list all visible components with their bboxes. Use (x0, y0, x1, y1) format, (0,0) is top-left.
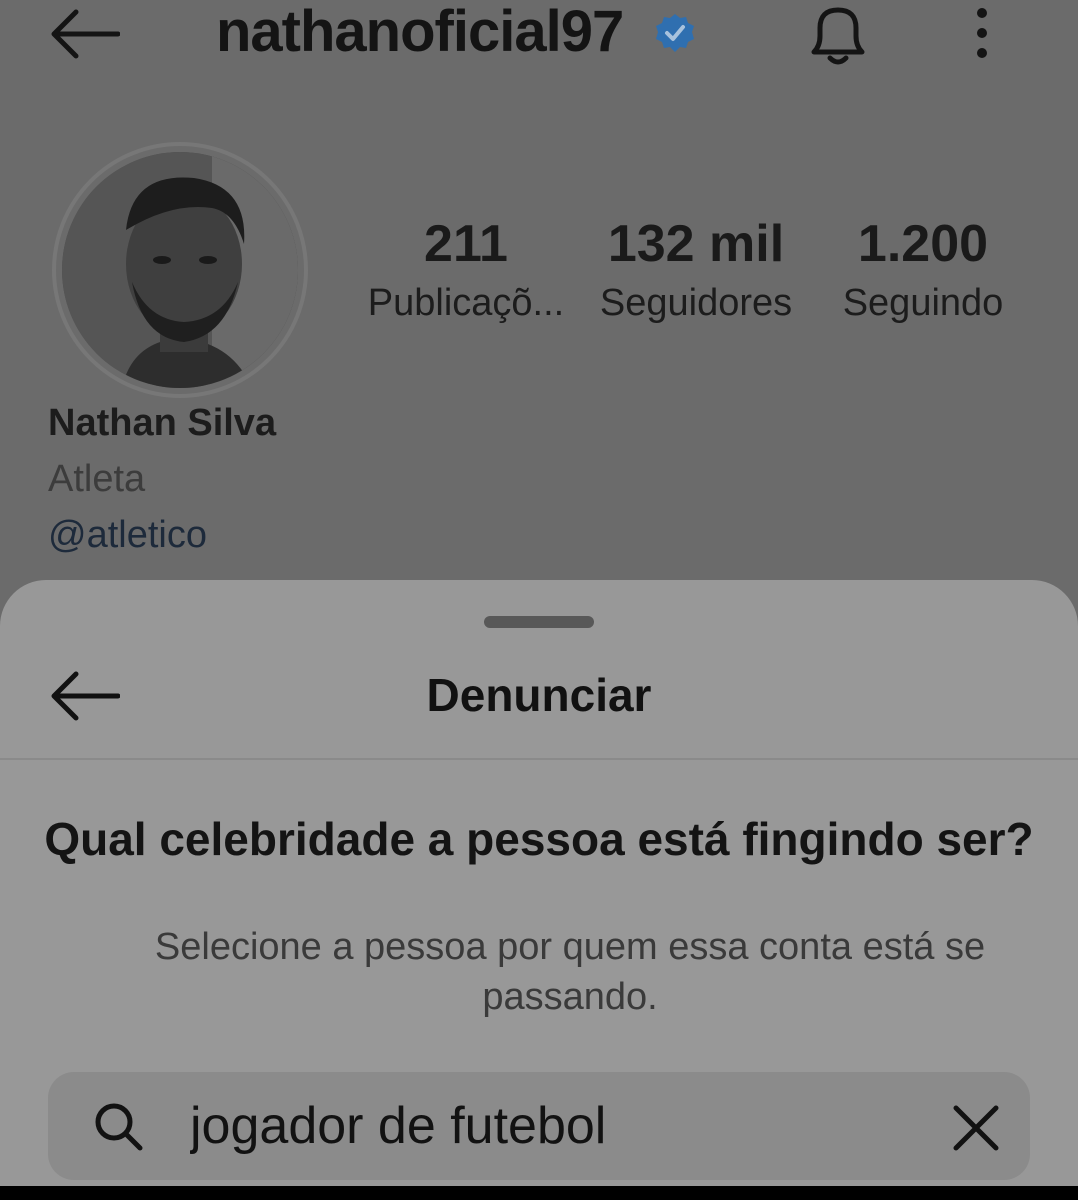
profile-header: nathanoficial97 (0, 0, 1078, 70)
celebrity-search-input[interactable] (190, 1088, 890, 1164)
profile-mention-link[interactable]: @atletico (48, 514, 207, 557)
followers-count: 132 mil (607, 215, 785, 273)
report-question: Qual celebridade a pessoa está fingindo … (44, 813, 1034, 865)
profile-full-name: Nathan Silva (48, 402, 277, 444)
more-vertical-icon[interactable] (970, 6, 994, 60)
search-icon (95, 1103, 143, 1151)
followers-label: Seguidores (599, 282, 793, 324)
report-hint: Selecione a pessoa por quem essa conta e… (154, 926, 986, 1018)
close-icon[interactable] (950, 1102, 1002, 1154)
verified-badge-icon (656, 14, 694, 52)
following-count: 1.200 (857, 215, 989, 273)
stat-posts[interactable]: 211 Publicaçõ... (356, 214, 576, 325)
sheet-drag-handle[interactable] (484, 616, 594, 628)
sheet-title: Denunciar (426, 669, 652, 721)
bottom-edge-bar (0, 1186, 1078, 1200)
sheet-divider (0, 758, 1078, 760)
profile-username: nathanoficial97 (216, 0, 624, 64)
back-arrow-icon[interactable] (48, 8, 120, 60)
profile-category: Atleta (48, 458, 146, 500)
avatar[interactable] (62, 152, 298, 388)
stat-following[interactable]: 1.200 Seguindo (816, 214, 1030, 325)
following-label: Seguindo (842, 282, 1004, 324)
bell-icon[interactable] (802, 0, 874, 70)
avatar-photo (62, 152, 298, 388)
stat-followers[interactable]: 132 mil Seguidores (586, 214, 806, 325)
posts-count: 211 (424, 215, 508, 273)
posts-label: Publicaçõ... (367, 282, 565, 324)
